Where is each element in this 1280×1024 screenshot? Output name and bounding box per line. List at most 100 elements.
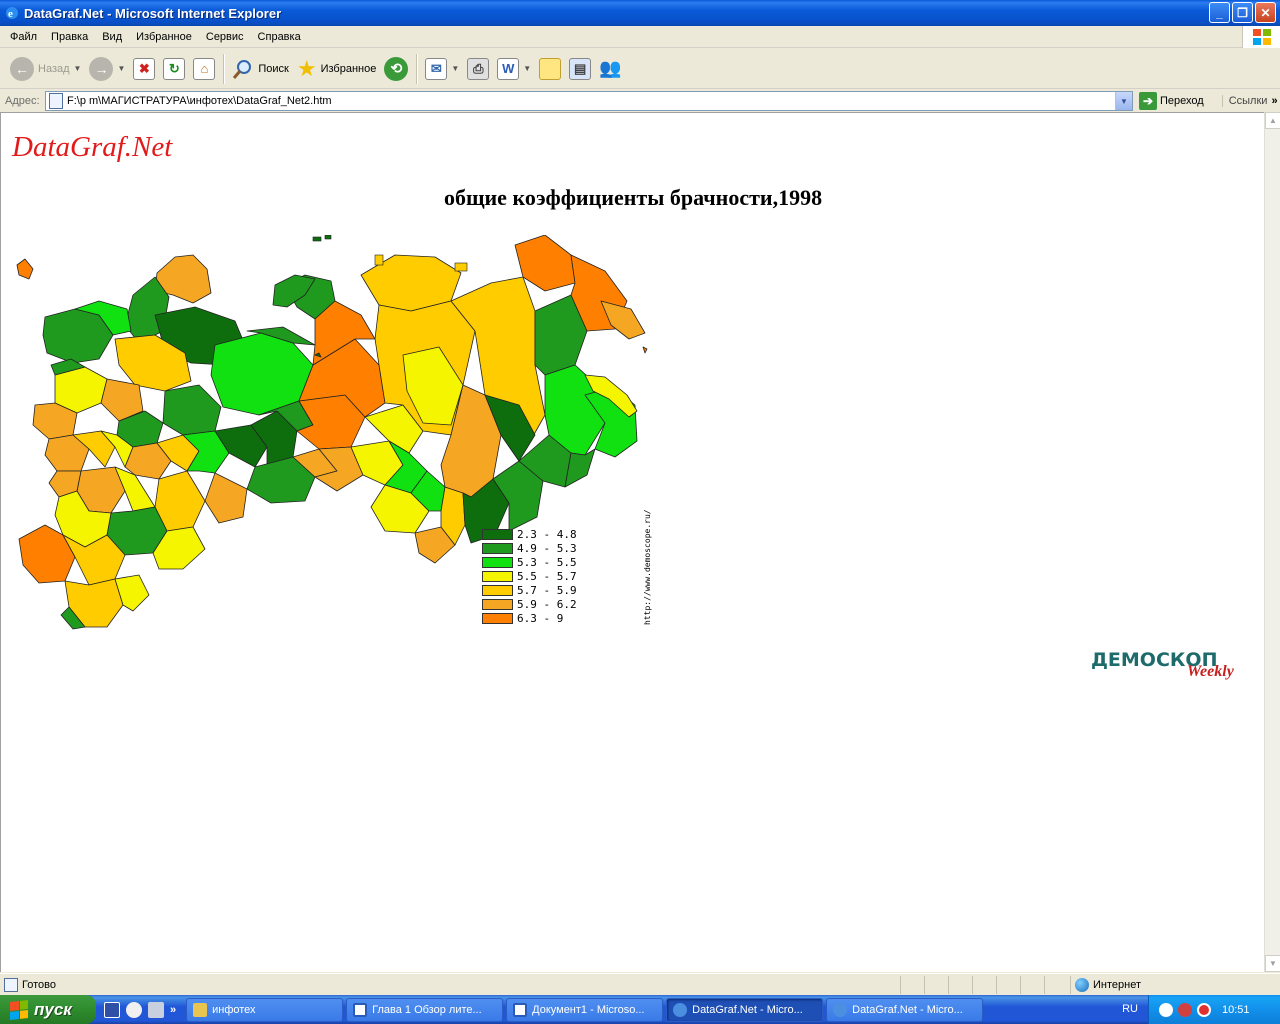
word-doc-icon [513,1002,528,1017]
legend-label: 4.9 - 5.3 [517,541,577,555]
legend-label: 5.7 - 5.9 [517,583,577,597]
forward-button[interactable]: → ▼ [85,52,129,86]
map-source-url-text: http://www.demoscope.ru/ [643,509,652,625]
legend-row: 4.9 - 5.3 [482,541,577,555]
map-source-url: http://www.demoscope.ru/ [643,505,657,625]
folder-icon [193,1002,208,1017]
menu-favorites[interactable]: Избранное [129,31,199,43]
site-logo: DataGraf.Net [12,131,173,163]
go-arrow-icon: ➔ [1139,92,1157,110]
stop-icon: ✖ [133,57,156,80]
research-button[interactable]: ▤ [565,52,595,86]
task-label: DataGraf.Net - Micro... [852,1003,963,1016]
start-button[interactable]: пуск [0,995,96,1024]
menu-view[interactable]: Вид [95,31,129,43]
quick-launch-chevron-icon[interactable]: » [170,1004,176,1016]
island-northern-1 [312,236,322,242]
task-ie-active[interactable]: DataGraf.Net - Micro... [666,997,824,1022]
stop-button[interactable]: ✖ [129,52,159,86]
back-button[interactable]: ← Назад ▼ [6,52,85,86]
edit-dropdown-icon[interactable]: ▼ [523,64,531,73]
print-icon: ⎙ [467,57,490,80]
legend-label: 5.3 - 5.5 [517,555,577,569]
forward-arrow-icon: → [89,56,114,81]
vertical-scrollbar[interactable]: ▲ ▼ [1264,112,1280,972]
mail-button[interactable]: ✉ ▼ [421,52,463,86]
legend-row: 5.9 - 6.2 [482,597,577,611]
address-field[interactable]: ▼ [45,91,1133,111]
tray-antivirus-icon[interactable] [1197,1002,1211,1017]
windows-flag-icon [1242,26,1280,48]
maximize-button[interactable]: ❐ [1232,2,1253,23]
legend-row: 5.7 - 5.9 [482,583,577,597]
address-dropdown-icon[interactable]: ▼ [1115,92,1132,110]
home-button[interactable]: ⌂ [189,52,219,86]
print-button[interactable]: ⎙ [463,52,493,86]
refresh-icon: ↻ [163,57,186,80]
media-player-icon[interactable] [126,1001,142,1018]
start-label: пуск [34,999,72,1019]
menu-tools[interactable]: Сервис [199,31,251,43]
legend-row: 5.3 - 5.5 [482,555,577,569]
clock[interactable]: 10:51 [1222,1004,1250,1016]
history-button[interactable]: ⟲ [380,52,412,86]
status-cell [972,976,996,994]
svg-text:e: e [8,8,13,20]
show-desktop-icon[interactable] [104,1001,120,1018]
status-cell [900,976,924,994]
legend-row: 2.3 - 4.8 [482,527,577,541]
address-input[interactable] [67,95,1107,107]
messenger-button[interactable]: 👥 [595,52,625,86]
status-cell [924,976,948,994]
task-word-doc1[interactable]: Глава 1 Обзор лите... [346,997,504,1022]
task-ie[interactable]: DataGraf.Net - Micro... [826,997,984,1022]
go-button[interactable]: ➔ Переход [1139,92,1204,110]
demoscope-logo[interactable]: ДЕМОСКОП Weekly [1091,649,1256,685]
search-button[interactable]: Поиск [228,52,292,86]
forward-dropdown-icon[interactable]: ▼ [117,64,125,73]
island-siberian-2 [454,262,468,272]
toolbar: ← Назад ▼ → ▼ ✖ ↻ ⌂ Поиск ★ Избранное ⟲ … [0,49,1280,89]
discuss-button[interactable] [535,52,565,86]
menu-file[interactable]: Файл [3,31,44,43]
language-indicator[interactable]: RU [1122,1003,1138,1015]
status-cell [948,976,972,994]
favorites-button[interactable]: ★ Избранное [293,52,380,86]
refresh-button[interactable]: ↻ [159,52,189,86]
minimize-button[interactable]: _ [1209,2,1230,23]
links-button[interactable]: Ссылки [1221,95,1267,107]
word-quicklaunch-icon[interactable] [148,1001,164,1018]
mail-dropdown-icon[interactable]: ▼ [451,64,459,73]
page-status-icon [4,977,18,992]
links-chevron-icon[interactable]: » [1271,95,1277,107]
task-explorer[interactable]: инфотех [186,997,344,1022]
back-dropdown-icon[interactable]: ▼ [74,64,82,73]
island-northern-2 [324,235,332,240]
region-kuril-dots [642,346,648,354]
legend-label: 2.3 - 4.8 [517,527,577,541]
window-title: DataGraf.Net - Microsoft Internet Explor… [24,5,282,21]
close-button[interactable]: ✕ [1255,2,1276,23]
windows-logo-icon [10,999,28,1020]
edit-button[interactable]: W ▼ [493,52,535,86]
legend-swatch [482,584,513,596]
page-icon [49,93,63,109]
region-kirov [162,384,222,436]
favorites-label: Избранное [320,62,377,75]
legend-swatch [482,598,513,610]
task-word-doc2[interactable]: Документ1 - Microso... [506,997,664,1022]
tray-expand-icon[interactable] [1159,1002,1173,1017]
menu-edit[interactable]: Правка [44,31,95,43]
search-icon [233,59,252,79]
scroll-down-arrow-icon[interactable]: ▼ [1265,955,1280,972]
security-zone[interactable]: Интернет [1070,976,1280,994]
tray-shield-icon[interactable] [1178,1002,1192,1017]
task-label: инфотех [212,1003,256,1016]
title-bar[interactable]: e DataGraf.Net - Microsoft Internet Expl… [0,0,1280,26]
task-label: Документ1 - Microso... [532,1003,645,1016]
search-label: Поиск [258,62,289,75]
scroll-up-arrow-icon[interactable]: ▲ [1265,112,1280,129]
ie-icon [673,1002,688,1017]
legend-swatch [482,612,513,624]
menu-help[interactable]: Справка [251,31,308,43]
